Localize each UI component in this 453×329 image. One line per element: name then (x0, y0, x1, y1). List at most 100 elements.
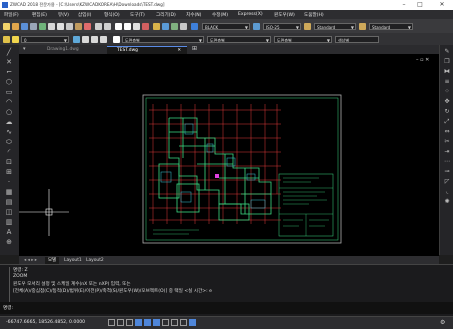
insert-block-icon[interactable]: ⊡ (5, 158, 13, 166)
menu-window[interactable]: 윈도우(W) (274, 12, 295, 18)
region-icon[interactable]: ◫ (5, 208, 13, 216)
spline-icon[interactable]: ∿ (5, 128, 13, 136)
menu-help[interactable]: 도움말(H) (304, 12, 324, 18)
linetype-by-layer-combo[interactable]: 도면층별 ▼ (207, 35, 271, 43)
cloud-icon[interactable]: ☁ (5, 118, 13, 126)
mirror-icon[interactable]: ⧓ (443, 68, 451, 76)
design-center-icon[interactable] (162, 22, 169, 30)
paste-icon[interactable] (75, 22, 82, 30)
redo-icon[interactable] (104, 22, 111, 30)
color-by-layer-combo[interactable]: 도면층별 ▼ (122, 35, 204, 43)
menu-file[interactable]: 파일(F) (4, 12, 19, 18)
rotate-icon[interactable]: ↻ (443, 108, 451, 116)
properties-icon[interactable] (153, 22, 160, 30)
ortho-toggle-icon[interactable] (126, 319, 133, 326)
print-preview-icon[interactable] (39, 22, 46, 30)
menu-tools[interactable]: 도구(T) (130, 12, 145, 18)
model-space-toggle-icon[interactable] (180, 319, 187, 326)
save-icon[interactable] (21, 22, 28, 30)
menu-express[interactable]: Express(X) (238, 12, 263, 17)
point-icon[interactable]: · (5, 178, 13, 186)
ellipse-icon[interactable]: ⬭ (5, 138, 13, 146)
stretch-icon[interactable]: ⇔ (443, 128, 451, 136)
arc-icon[interactable]: ◠ (5, 98, 13, 106)
snap-toggle-icon[interactable] (108, 319, 115, 326)
text-style-combo[interactable]: Standard ▼ (314, 22, 356, 30)
dyn-input-toggle-icon[interactable] (171, 319, 178, 326)
explode-icon[interactable]: ✺ (443, 198, 451, 206)
calculator-icon[interactable] (180, 22, 187, 30)
make-current-layer-icon[interactable] (73, 35, 80, 43)
tab-test[interactable]: TEST.dwg ✕ (107, 46, 187, 54)
polygon-icon[interactable]: ⬡ (5, 78, 13, 86)
layer-manager-icon[interactable] (3, 35, 10, 43)
color-swatch-icon[interactable] (113, 35, 120, 43)
hatch-icon[interactable]: ▦ (5, 188, 13, 196)
erase-icon[interactable]: ✎ (443, 48, 451, 56)
menu-edit[interactable]: 편집(E) (32, 12, 47, 18)
pan-icon[interactable] (115, 22, 122, 30)
dim-style-icon[interactable] (359, 22, 366, 30)
settings-gear-icon[interactable]: ⚙ (440, 319, 445, 326)
layout-nav-icons[interactable]: ◂ ◂ ▸ ▸ (21, 257, 40, 264)
add-selected-icon[interactable]: ⊕ (5, 238, 13, 246)
array-icon[interactable]: ⁘ (443, 88, 451, 96)
layer-combo[interactable]: 0 ▼ (21, 35, 69, 43)
dim-style-combo[interactable]: Standard ▼ (369, 22, 413, 30)
text-style-icon[interactable] (304, 22, 311, 30)
menu-draw[interactable]: 그리기(D) (156, 12, 176, 18)
construction-line-icon[interactable]: ✕ (5, 58, 13, 66)
extend-icon[interactable]: ⇥ (443, 148, 451, 156)
chamfer-icon[interactable]: ◸ (443, 178, 451, 186)
color-combo[interactable]: BLACK ▼ (202, 22, 250, 30)
tab-menu-icon[interactable]: ▾ (23, 46, 26, 52)
cut-icon[interactable] (57, 22, 64, 30)
menu-modify[interactable]: 수정(M) (212, 12, 228, 18)
tool-palettes-icon[interactable] (171, 22, 178, 30)
gradient-icon[interactable]: ▤ (5, 198, 13, 206)
layer-previous-icon[interactable] (82, 35, 89, 43)
add-tab-icon[interactable]: ⊞ (192, 45, 197, 52)
ellipse-arc-icon[interactable]: ◜ (5, 148, 13, 156)
zoom-previous-icon[interactable] (142, 22, 149, 30)
tab-drawing1[interactable]: Drawing1.dwg (37, 46, 103, 54)
new-file-icon[interactable] (3, 22, 10, 30)
command-input-row[interactable]: 명령: (0, 302, 453, 314)
otrack-toggle-icon[interactable] (153, 319, 160, 326)
move-icon[interactable]: ✥ (443, 98, 451, 106)
zoom-window-icon[interactable] (133, 22, 140, 30)
open-file-icon[interactable] (12, 22, 19, 30)
polyline-icon[interactable]: ⌐ (5, 68, 13, 76)
undo-icon[interactable] (95, 22, 102, 30)
trim-icon[interactable]: ✂ (443, 138, 451, 146)
print-icon[interactable] (30, 22, 37, 30)
tab-model[interactable]: 모델 (45, 257, 60, 264)
tab-layout1[interactable]: Layout1 (61, 257, 85, 264)
command-grip[interactable] (3, 267, 10, 303)
polar-toggle-icon[interactable] (135, 319, 142, 326)
drawing-canvas[interactable]: – ▫ ✕ (19, 54, 439, 256)
dimstyle-scale-combo[interactable]: ISO-25 ▼ (263, 22, 301, 30)
menu-format[interactable]: 형식(O) (104, 12, 120, 18)
layer-on-bulb-icon[interactable] (12, 35, 19, 43)
lineweight-toggle-icon[interactable] (162, 319, 169, 326)
rectangle-icon[interactable]: ▭ (5, 88, 13, 96)
publish-icon[interactable] (48, 22, 55, 30)
osnap-toggle-icon[interactable] (144, 319, 151, 326)
close-button[interactable]: ✕ (435, 0, 449, 10)
break-icon[interactable]: ⋯ (443, 158, 451, 166)
menu-view[interactable]: 뷰(V) (58, 12, 69, 18)
offset-icon[interactable]: ≡ (443, 78, 451, 86)
match-properties-icon[interactable] (84, 22, 91, 30)
zoom-realtime-icon[interactable] (124, 22, 131, 30)
table-icon[interactable]: ▥ (5, 218, 13, 226)
annotation-toggle-icon[interactable] (189, 319, 196, 326)
menu-insert[interactable]: 삽입(I) (78, 12, 91, 18)
circle-icon[interactable]: ○ (5, 108, 13, 116)
layer-states-icon[interactable] (91, 35, 98, 43)
line-tool-icon[interactable]: ╱ (5, 48, 13, 56)
copy-icon[interactable] (66, 22, 73, 30)
minimize-button[interactable]: – (397, 0, 411, 10)
join-icon[interactable]: ⊸ (443, 168, 451, 176)
fillet-icon[interactable]: ◟ (443, 188, 451, 196)
